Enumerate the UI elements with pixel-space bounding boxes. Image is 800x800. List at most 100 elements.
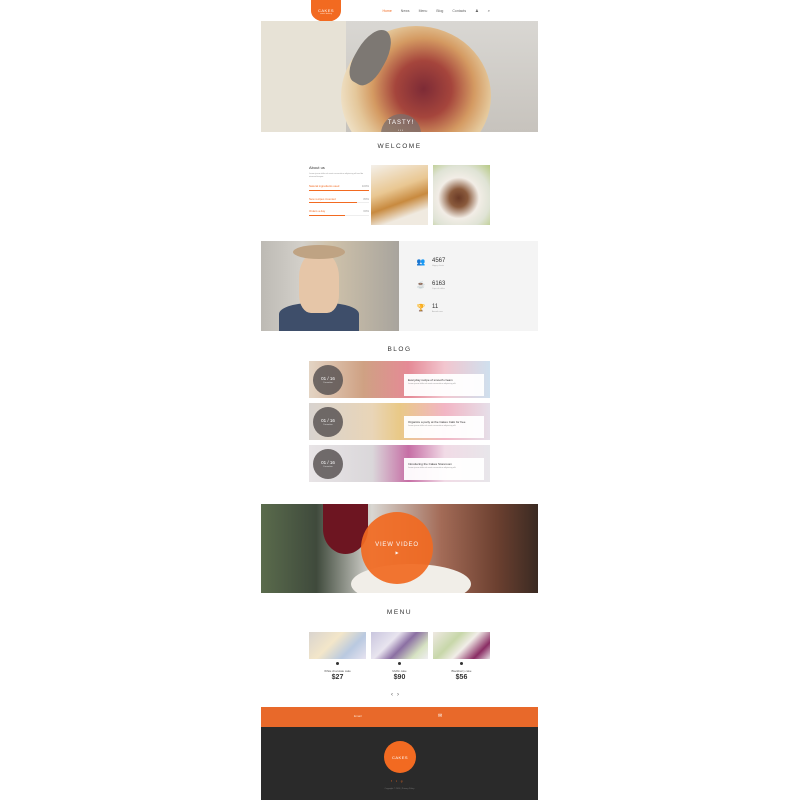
twitter-icon[interactable]: t bbox=[396, 779, 397, 783]
play-icon: ▶ bbox=[395, 549, 399, 555]
welcome-title: WELCOME bbox=[377, 143, 422, 150]
hero-caption: TASTY! bbox=[387, 120, 415, 126]
menu-item-image bbox=[309, 632, 366, 659]
about-title: About us bbox=[309, 165, 325, 170]
hero-cloth-image bbox=[261, 21, 346, 132]
stat-value: 6163 bbox=[432, 281, 446, 287]
menu-item-name: White chocolate cake bbox=[324, 669, 351, 673]
skill-percent: 60% bbox=[363, 209, 369, 213]
logo[interactable]: CAKES sweet bakery bbox=[311, 0, 341, 22]
blog-post-title[interactable]: Everyday recipe of smooth cream bbox=[408, 378, 480, 382]
photo-shape bbox=[299, 253, 339, 313]
menu-item-name: Blackberry cake bbox=[451, 669, 472, 673]
blog-post-text: Everyday recipe of smooth cream Lorem ip… bbox=[404, 374, 484, 396]
hero-banner: TASTY! ••• bbox=[261, 21, 538, 132]
trophy-icon: 🏆 bbox=[416, 305, 426, 312]
blog-post-card[interactable]: 01 / 16 December Everyday recipe of smoo… bbox=[309, 361, 490, 398]
people-icon: 👥 bbox=[416, 259, 426, 266]
about-text: Lorem ipsum dolor sit amet consectetur a… bbox=[309, 173, 364, 178]
footer-logo[interactable]: CAKES bbox=[384, 741, 416, 773]
page: CAKES sweet bakery Home News Menu Blog C… bbox=[261, 0, 538, 800]
logo-subtitle: sweet bakery bbox=[320, 12, 332, 15]
blog-post-title[interactable]: Organize a party at the Cakes Café for f… bbox=[408, 420, 480, 424]
nav-item-news[interactable]: News bbox=[401, 9, 410, 13]
nav-item-contacts[interactable]: Contacts bbox=[452, 9, 466, 13]
chevron-left-icon[interactable]: ‹ bbox=[391, 692, 393, 698]
stat-value: 4567 bbox=[432, 258, 446, 264]
menu-item-name: Muffin cake bbox=[392, 669, 407, 673]
menu-item-image bbox=[371, 632, 428, 659]
blog-post-excerpt: Lorem ipsum dolor sit amet consectetur a… bbox=[408, 425, 457, 427]
blog-date-badge: 01 / 16 December bbox=[313, 407, 343, 437]
menu-item-price: $27 bbox=[331, 674, 344, 681]
blog-date-month: December bbox=[323, 424, 333, 426]
stats-section: 👥 4567 Happy clients ☕ 6163 Cups of coffee… bbox=[261, 241, 538, 331]
stat-item: ☕ 6163 Cups of coffee bbox=[416, 281, 446, 290]
photo-shape bbox=[293, 245, 345, 259]
footer: CAKES f t g Copyright © 2016 | Privacy P… bbox=[261, 727, 538, 800]
skill-percent: 80% bbox=[363, 196, 369, 201]
main-nav: Home News Menu Blog Contacts ♟ ⌕ bbox=[382, 8, 490, 13]
search-icon[interactable]: ⌕ bbox=[488, 8, 490, 13]
skill-percent: 100% bbox=[361, 184, 369, 188]
menu-item[interactable]: Muffin cake $90 bbox=[371, 632, 428, 681]
toast-photo bbox=[371, 165, 428, 225]
menu-item[interactable]: White chocolate cake $27 bbox=[309, 632, 366, 681]
menu-item-dot bbox=[336, 662, 339, 665]
nav-item-home[interactable]: Home bbox=[382, 9, 391, 13]
skill-bar: Orders a day 60% bbox=[309, 209, 369, 216]
footer-logo-text: CAKES bbox=[391, 754, 409, 760]
skill-label: New recipes invented bbox=[309, 196, 336, 201]
blog-post-excerpt: Lorem ipsum dolor sit amet consectetur a… bbox=[408, 383, 457, 385]
blog-date-day: 01 / 16 bbox=[321, 460, 335, 465]
mail-icon[interactable]: ✉ bbox=[438, 713, 442, 719]
social-links: f t g bbox=[391, 779, 402, 783]
hero-slider-dots[interactable]: ••• bbox=[398, 128, 404, 132]
coffee-girl-photo bbox=[261, 241, 399, 331]
blog-post-title[interactable]: Introducing the Cakes Storeroom bbox=[408, 462, 480, 466]
stat-item: 🏆 11 Awards won bbox=[416, 304, 443, 313]
skill-bar: Natural ingredients used 100% bbox=[309, 184, 369, 191]
blog-post-card[interactable]: 01 / 16 December Organize a party at the… bbox=[309, 403, 490, 440]
stat-label: Awards won bbox=[432, 311, 443, 313]
skill-label: Natural ingredients used bbox=[309, 184, 340, 188]
blog-date-month: December bbox=[323, 466, 333, 468]
video-banner: VIEW VIDEO ▶ bbox=[261, 504, 538, 593]
google-plus-icon[interactable]: g bbox=[401, 779, 403, 783]
chevron-right-icon[interactable]: › bbox=[397, 692, 399, 698]
menu-item[interactable]: Blackberry cake $56 bbox=[433, 632, 490, 681]
menu-item-image bbox=[433, 632, 490, 659]
blog-date-day: 01 / 16 bbox=[321, 418, 335, 423]
skill-fill bbox=[309, 189, 369, 191]
menu-carousel-arrows: ‹ › bbox=[391, 692, 399, 698]
blog-date-badge: 01 / 16 December bbox=[313, 449, 343, 479]
blog-date-day: 01 / 16 bbox=[321, 376, 335, 381]
user-icon[interactable]: ♟ bbox=[475, 8, 479, 13]
facebook-icon[interactable]: f bbox=[391, 779, 392, 783]
menu-title: MENU bbox=[386, 609, 413, 616]
skill-fill bbox=[309, 214, 345, 216]
view-video-button[interactable]: VIEW VIDEO ▶ bbox=[361, 512, 433, 584]
blog-date-month: December bbox=[323, 382, 333, 384]
blog-title: BLOG bbox=[387, 346, 412, 353]
subscribe-bar: Email ✉ bbox=[261, 707, 538, 727]
stat-value: 11 bbox=[432, 304, 439, 310]
skill-label: Orders a day bbox=[309, 209, 326, 213]
stat-label: Happy clients bbox=[432, 265, 445, 267]
view-video-label: VIEW VIDEO bbox=[375, 541, 419, 548]
about-section: About us Lorem ipsum dolor sit amet cons… bbox=[309, 165, 369, 222]
nav-item-blog[interactable]: Blog bbox=[436, 9, 443, 13]
copyright-text: Copyright © 2016 | Privacy Policy bbox=[384, 788, 415, 790]
blog-post-text: Organize a party at the Cakes Café for f… bbox=[404, 416, 484, 438]
dessert-photo bbox=[433, 165, 490, 225]
nav-item-menu[interactable]: Menu bbox=[419, 9, 428, 13]
coffee-cup-icon: ☕ bbox=[416, 282, 426, 289]
menu-item-dot bbox=[460, 662, 463, 665]
subscribe-email-input[interactable]: Email bbox=[354, 714, 362, 718]
blog-post-card[interactable]: 01 / 16 December Introducing the Cakes S… bbox=[309, 445, 490, 482]
skill-fill bbox=[309, 202, 357, 203]
blog-date-badge: 01 / 16 December bbox=[313, 365, 343, 395]
menu-item-dot bbox=[398, 662, 401, 665]
blog-post-excerpt: Lorem ipsum dolor sit amet consectetur a… bbox=[408, 467, 457, 469]
skill-bar: New recipes invented 80% bbox=[309, 196, 369, 203]
